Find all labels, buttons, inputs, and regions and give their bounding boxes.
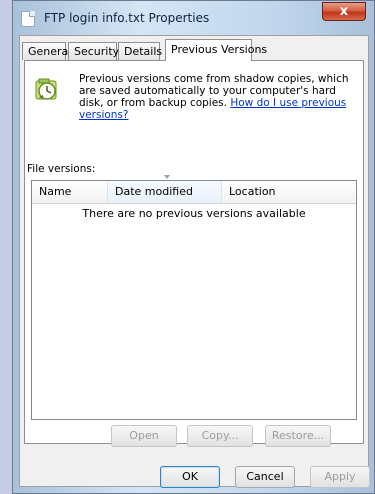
close-icon: x [339, 4, 349, 19]
title-bar[interactable]: FTP login info.txt Properties x [13, 1, 374, 35]
previous-versions-icon [34, 75, 60, 105]
table-header: Name Date modified Location [32, 175, 357, 204]
dialog-body: General Security Details Previous Versio… [19, 35, 370, 488]
file-versions-table[interactable]: Name Date modified Location There are no… [31, 175, 357, 420]
restore-button[interactable]: Restore... [265, 425, 331, 447]
open-button[interactable]: Open [111, 425, 177, 447]
properties-window: FTP login info.txt Properties x General … [12, 0, 375, 494]
cancel-button[interactable]: Cancel [235, 466, 295, 488]
document-icon [21, 11, 35, 27]
copy-button[interactable]: Copy... [187, 425, 253, 447]
sort-arrow-icon [164, 175, 170, 179]
file-versions-label: File versions: [27, 163, 96, 175]
column-header-location[interactable]: Location [222, 181, 357, 203]
window-title: FTP login info.txt Properties [44, 11, 210, 25]
column-header-date-modified[interactable]: Date modified [108, 175, 222, 203]
tab-details[interactable]: Details [118, 42, 162, 60]
previous-versions-panel: Previous versions come from shadow copie… [24, 60, 364, 447]
previous-versions-description: Previous versions come from shadow copie… [79, 73, 359, 121]
column-header-date-modified-label: Date modified [115, 185, 193, 198]
desktop-background [0, 0, 12, 494]
folder-clock-icon [35, 78, 57, 100]
tab-general[interactable]: General [22, 42, 71, 60]
apply-button[interactable]: Apply [310, 466, 370, 488]
close-button[interactable]: x [322, 2, 366, 21]
column-header-name[interactable]: Name [32, 181, 108, 203]
tab-previous-versions[interactable]: Previous Versions [165, 39, 267, 61]
tab-security[interactable]: Security [68, 42, 119, 60]
empty-list-message: There are no previous versions available [82, 207, 306, 220]
ok-button[interactable]: OK [160, 466, 220, 488]
